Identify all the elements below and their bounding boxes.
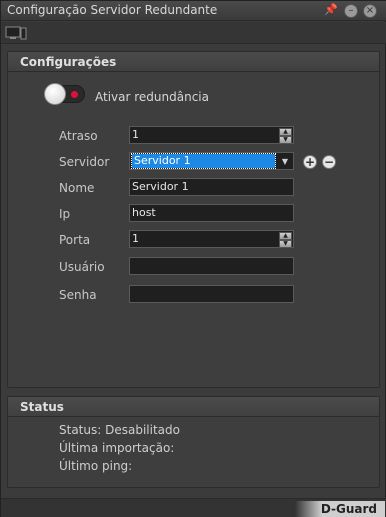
add-icon: + [304,155,316,169]
remove-server-button[interactable]: − [322,155,336,169]
pin-icon[interactable]: 📌 [324,3,338,17]
spin-down-icon[interactable]: ▼ [279,136,292,144]
port-value: 1 [132,232,139,245]
brand-logo: D-Guard [295,501,385,517]
server-label: Servidor [59,155,110,169]
redundancy-toggle-label: Ativar redundância [95,90,209,104]
delay-spin-buttons[interactable]: ▲ ▼ [279,128,292,144]
name-input[interactable]: Servidor 1 [129,178,294,196]
status-header: Status [8,397,379,417]
spin-up-icon[interactable]: ▲ [279,128,292,136]
port-label: Porta [59,233,91,247]
monitor-icon[interactable] [5,25,27,41]
name-label: Nome [59,181,95,195]
configuration-group: Configurações Ativar redundância Atraso … [7,51,380,388]
user-label: Usuário [59,260,105,274]
minimize-icon[interactable]: – [344,4,358,18]
password-input[interactable] [129,285,294,303]
last-ping-text: Último ping: [59,459,133,473]
port-spin-buttons[interactable]: ▲ ▼ [279,232,292,248]
user-input[interactable] [129,257,294,275]
last-import-text: Última importação: [59,441,175,455]
footer: D-Guard [1,498,386,517]
toolbar [1,22,386,44]
ip-input[interactable]: host [129,204,294,222]
server-select-value: Servidor 1 [131,153,276,169]
title-bar: Configuração Servidor Redundante 📌 – × [1,1,386,21]
window-title: Configuração Servidor Redundante [7,3,218,17]
configuration-header: Configurações [8,52,379,72]
port-stepper[interactable]: 1 ▲ ▼ [129,230,294,248]
toggle-knob [44,83,66,105]
status-group: Status Status: Desabilitado Última impor… [7,396,380,488]
spin-up-icon[interactable]: ▲ [279,232,292,240]
delay-label: Atraso [59,129,98,143]
add-server-button[interactable]: + [303,155,317,169]
spin-down-icon[interactable]: ▼ [279,240,292,248]
close-icon[interactable]: × [363,4,377,18]
delay-stepper[interactable]: 1 ▲ ▼ [129,126,294,144]
toggle-status-dot [71,91,78,98]
remove-icon: − [323,155,335,169]
window: Configuração Servidor Redundante 📌 – × C… [0,0,386,517]
redundancy-toggle[interactable] [44,83,85,105]
status-text: Status: Desabilitado [59,423,180,437]
server-select[interactable]: Servidor 1 ▼ [129,152,294,170]
chevron-down-icon[interactable]: ▼ [277,153,293,169]
delay-value: 1 [132,128,139,141]
ip-label: Ip [59,207,71,221]
password-label: Senha [59,288,97,302]
